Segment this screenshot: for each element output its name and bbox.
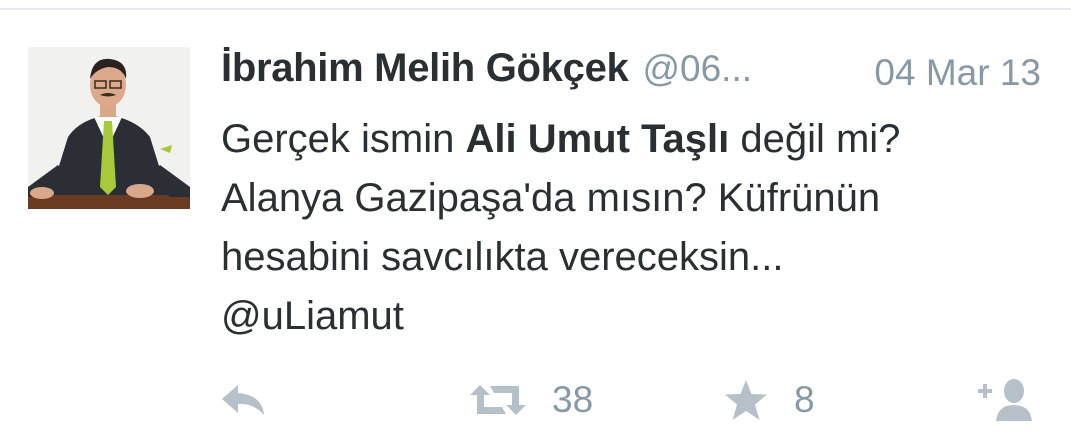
tweet-text-segment: değil mi? <box>729 117 901 161</box>
tweet-text-bold: Ali Umut Taşlı <box>465 117 730 161</box>
avatar[interactable] <box>28 47 190 209</box>
reply-icon <box>220 383 266 417</box>
tweet-text-segment: Gerçek ismin <box>221 117 466 161</box>
tweet-date[interactable]: 04 Mar 13 <box>874 52 1041 94</box>
tweet-text-line-2: Alanya Gazipaşa'da mısın? Küfrünün <box>221 176 881 220</box>
retweet-button[interactable]: 38 <box>470 370 593 430</box>
follow-button[interactable] <box>974 370 1036 430</box>
tweet[interactable]: İbrahim Melih Gökçek @06... 04 Mar 13 Ge… <box>0 10 1071 447</box>
tweet-text: Gerçek ismin Ali Umut Taşlı değil mi? Al… <box>221 110 1041 346</box>
tweet-actions: 38 8 <box>0 370 1071 430</box>
favorite-count: 8 <box>794 379 815 420</box>
add-user-icon <box>974 377 1036 423</box>
tweet-text-line-3: hesabini savcılıkta vereceksin... <box>221 235 784 279</box>
retweet-icon <box>470 383 526 417</box>
star-icon <box>724 379 768 421</box>
retweet-count: 38 <box>552 379 594 420</box>
reply-button[interactable] <box>220 370 266 430</box>
favorite-button[interactable]: 8 <box>724 370 815 430</box>
tweet-header: İbrahim Melih Gökçek @06... 04 Mar 13 <box>221 46 1041 102</box>
author-name[interactable]: İbrahim Melih Gökçek <box>221 46 629 91</box>
author-handle[interactable]: @06... <box>642 48 752 90</box>
avatar-photo <box>28 47 190 209</box>
tweet-text-line-1: Gerçek ismin Ali Umut Taşlı değil mi? <box>221 110 1041 169</box>
mention-link[interactable]: @uLiamut <box>221 287 1041 346</box>
